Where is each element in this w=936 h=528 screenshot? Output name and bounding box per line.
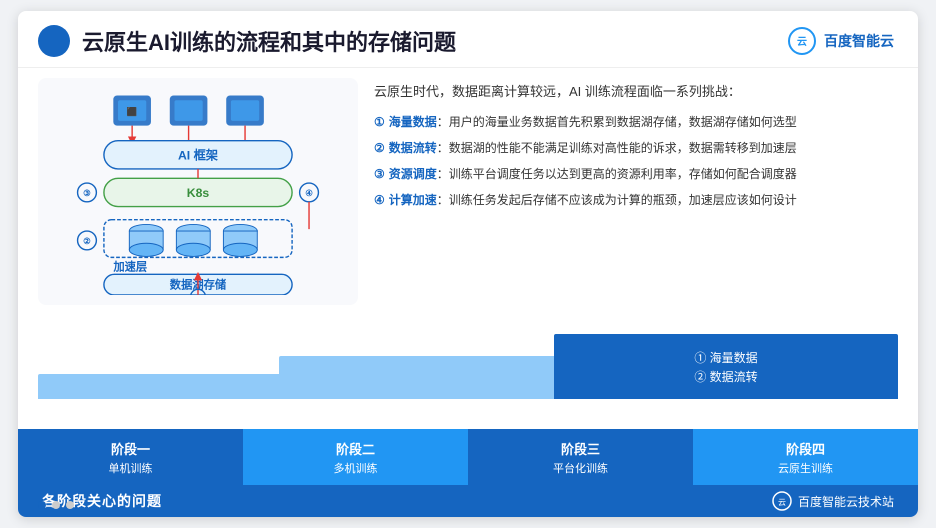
intro-text: 云原生时代，数据距离计算较远，AI 训练流程面临一系列挑战： [374, 82, 898, 103]
svg-text:③: ③ [83, 188, 91, 198]
challenge-list: ① 海量数据：用户的海量业务数据首先积累到数据湖存储，数据湖存储如何选型② 数据… [374, 113, 898, 211]
challenge-item-1: ① 海量数据：用户的海量业务数据首先积累到数据湖存储，数据湖存储如何选型 [374, 113, 898, 132]
phase-label: 阶段一 [111, 439, 150, 458]
svg-text:④: ④ [305, 188, 313, 198]
footer-logo: 云 百度智能云技术站 [772, 491, 894, 511]
svg-text:①: ① [195, 294, 202, 295]
header: 云原生AI训练的流程和其中的存储问题 云 百度智能云 [18, 11, 918, 68]
phase-label: 阶段三 [561, 439, 600, 458]
phase-item-3: 阶段三平台化训练 [468, 429, 693, 485]
right-text-panel: 云原生时代，数据距离计算较远，AI 训练流程面临一系列挑战： ① 海量数据：用户… [374, 78, 898, 305]
footer-logo-text: 百度智能云技术站 [798, 493, 894, 510]
challenge-num: ② [374, 139, 385, 158]
phase-bar: 阶段一单机训练阶段二多机训练阶段三平台化训练阶段四云原生训练 [18, 429, 918, 485]
challenge-text: 计算加速：训练任务发起后存储不应该成为计算的瓶颈，加速层应该如何设计 [389, 191, 797, 210]
phase-label: 阶段二 [336, 439, 375, 458]
challenge-text: 海量数据：用户的海量业务数据首先积累到数据湖存储，数据湖存储如何选型 [389, 113, 797, 132]
main-content: ⬛ AI 框架 K8s [18, 68, 918, 309]
svg-text:K8s: K8s [187, 186, 210, 200]
header-left: 云原生AI训练的流程和其中的存储问题 [38, 25, 456, 57]
nav-dots [38, 501, 74, 509]
intro-content: 云原生时代，数据距离计算较远，AI 训练流程面临一系列挑战： [374, 84, 741, 99]
svg-text:⬛: ⬛ [127, 106, 138, 116]
phase-sub: 多机训练 [334, 460, 378, 476]
page-title: 云原生AI训练的流程和其中的存储问题 [82, 25, 456, 57]
svg-text:加速层: 加速层 [112, 260, 147, 274]
logo-area: 云 百度智能云 [788, 27, 894, 55]
phase-item-2: 阶段二多机训练 [243, 429, 468, 485]
challenge-num: ① [374, 113, 385, 132]
challenge-item-4: ④ 计算加速：训练任务发起后存储不应该成为计算的瓶颈，加速层应该如何设计 [374, 191, 898, 210]
phase-sub: 单机训练 [109, 460, 153, 476]
header-circle-icon [38, 25, 70, 57]
phase-sub: 云原生训练 [778, 460, 833, 476]
svg-text:AI 框架: AI 框架 [178, 148, 219, 163]
nav-dot-2[interactable] [52, 501, 60, 509]
challenge-num: ④ [374, 191, 385, 210]
svg-text:云: 云 [778, 498, 786, 507]
phase-sub: 平台化训练 [553, 460, 608, 476]
challenge-item-3: ③ 资源调度：训练平台调度任务以达到更高的资源利用率，存储如何配合调度器 [374, 165, 898, 184]
footer-logo-icon: 云 [772, 491, 792, 511]
svg-text:②: ② [83, 236, 91, 246]
phase-item-1: 阶段一单机训练 [18, 429, 243, 485]
slide: 云原生AI训练的流程和其中的存储问题 云 百度智能云 ⬛ [18, 11, 918, 517]
baidu-cloud-logo-icon: 云 [788, 27, 816, 55]
svg-text:云: 云 [797, 36, 807, 48]
nav-dot-1[interactable] [38, 501, 46, 509]
challenge-num: ③ [374, 165, 385, 184]
footer: 各阶段关心的问题 云 百度智能云技术站 [18, 485, 918, 517]
phase-label: 阶段四 [786, 439, 825, 458]
phase-item-4: 阶段四云原生训练 [693, 429, 918, 485]
nav-dot-3[interactable] [66, 501, 74, 509]
stair-bars-container: ④ 计算加速③ 资源调度① 海量数据② 数据流转 [38, 309, 898, 399]
challenge-item-2: ② 数据流转：数据湖的性能不能满足训练对高性能的诉求，数据需转移到加速层 [374, 139, 898, 158]
challenge-text: 资源调度：训练平台调度任务以达到更高的资源利用率，存储如何配合调度器 [389, 165, 797, 184]
logo-label: 百度智能云 [824, 31, 894, 51]
stair-chart: ④ 计算加速③ 资源调度① 海量数据② 数据流转 [18, 309, 918, 429]
challenge-text: 数据流转：数据湖的性能不能满足训练对高性能的诉求，数据需转移到加速层 [389, 139, 797, 158]
architecture-diagram: ⬛ AI 框架 K8s [38, 78, 358, 305]
arch-svg: ⬛ AI 框架 K8s [48, 88, 348, 295]
stair-bar-bar3: ① 海量数据② 数据流转 [554, 334, 898, 399]
